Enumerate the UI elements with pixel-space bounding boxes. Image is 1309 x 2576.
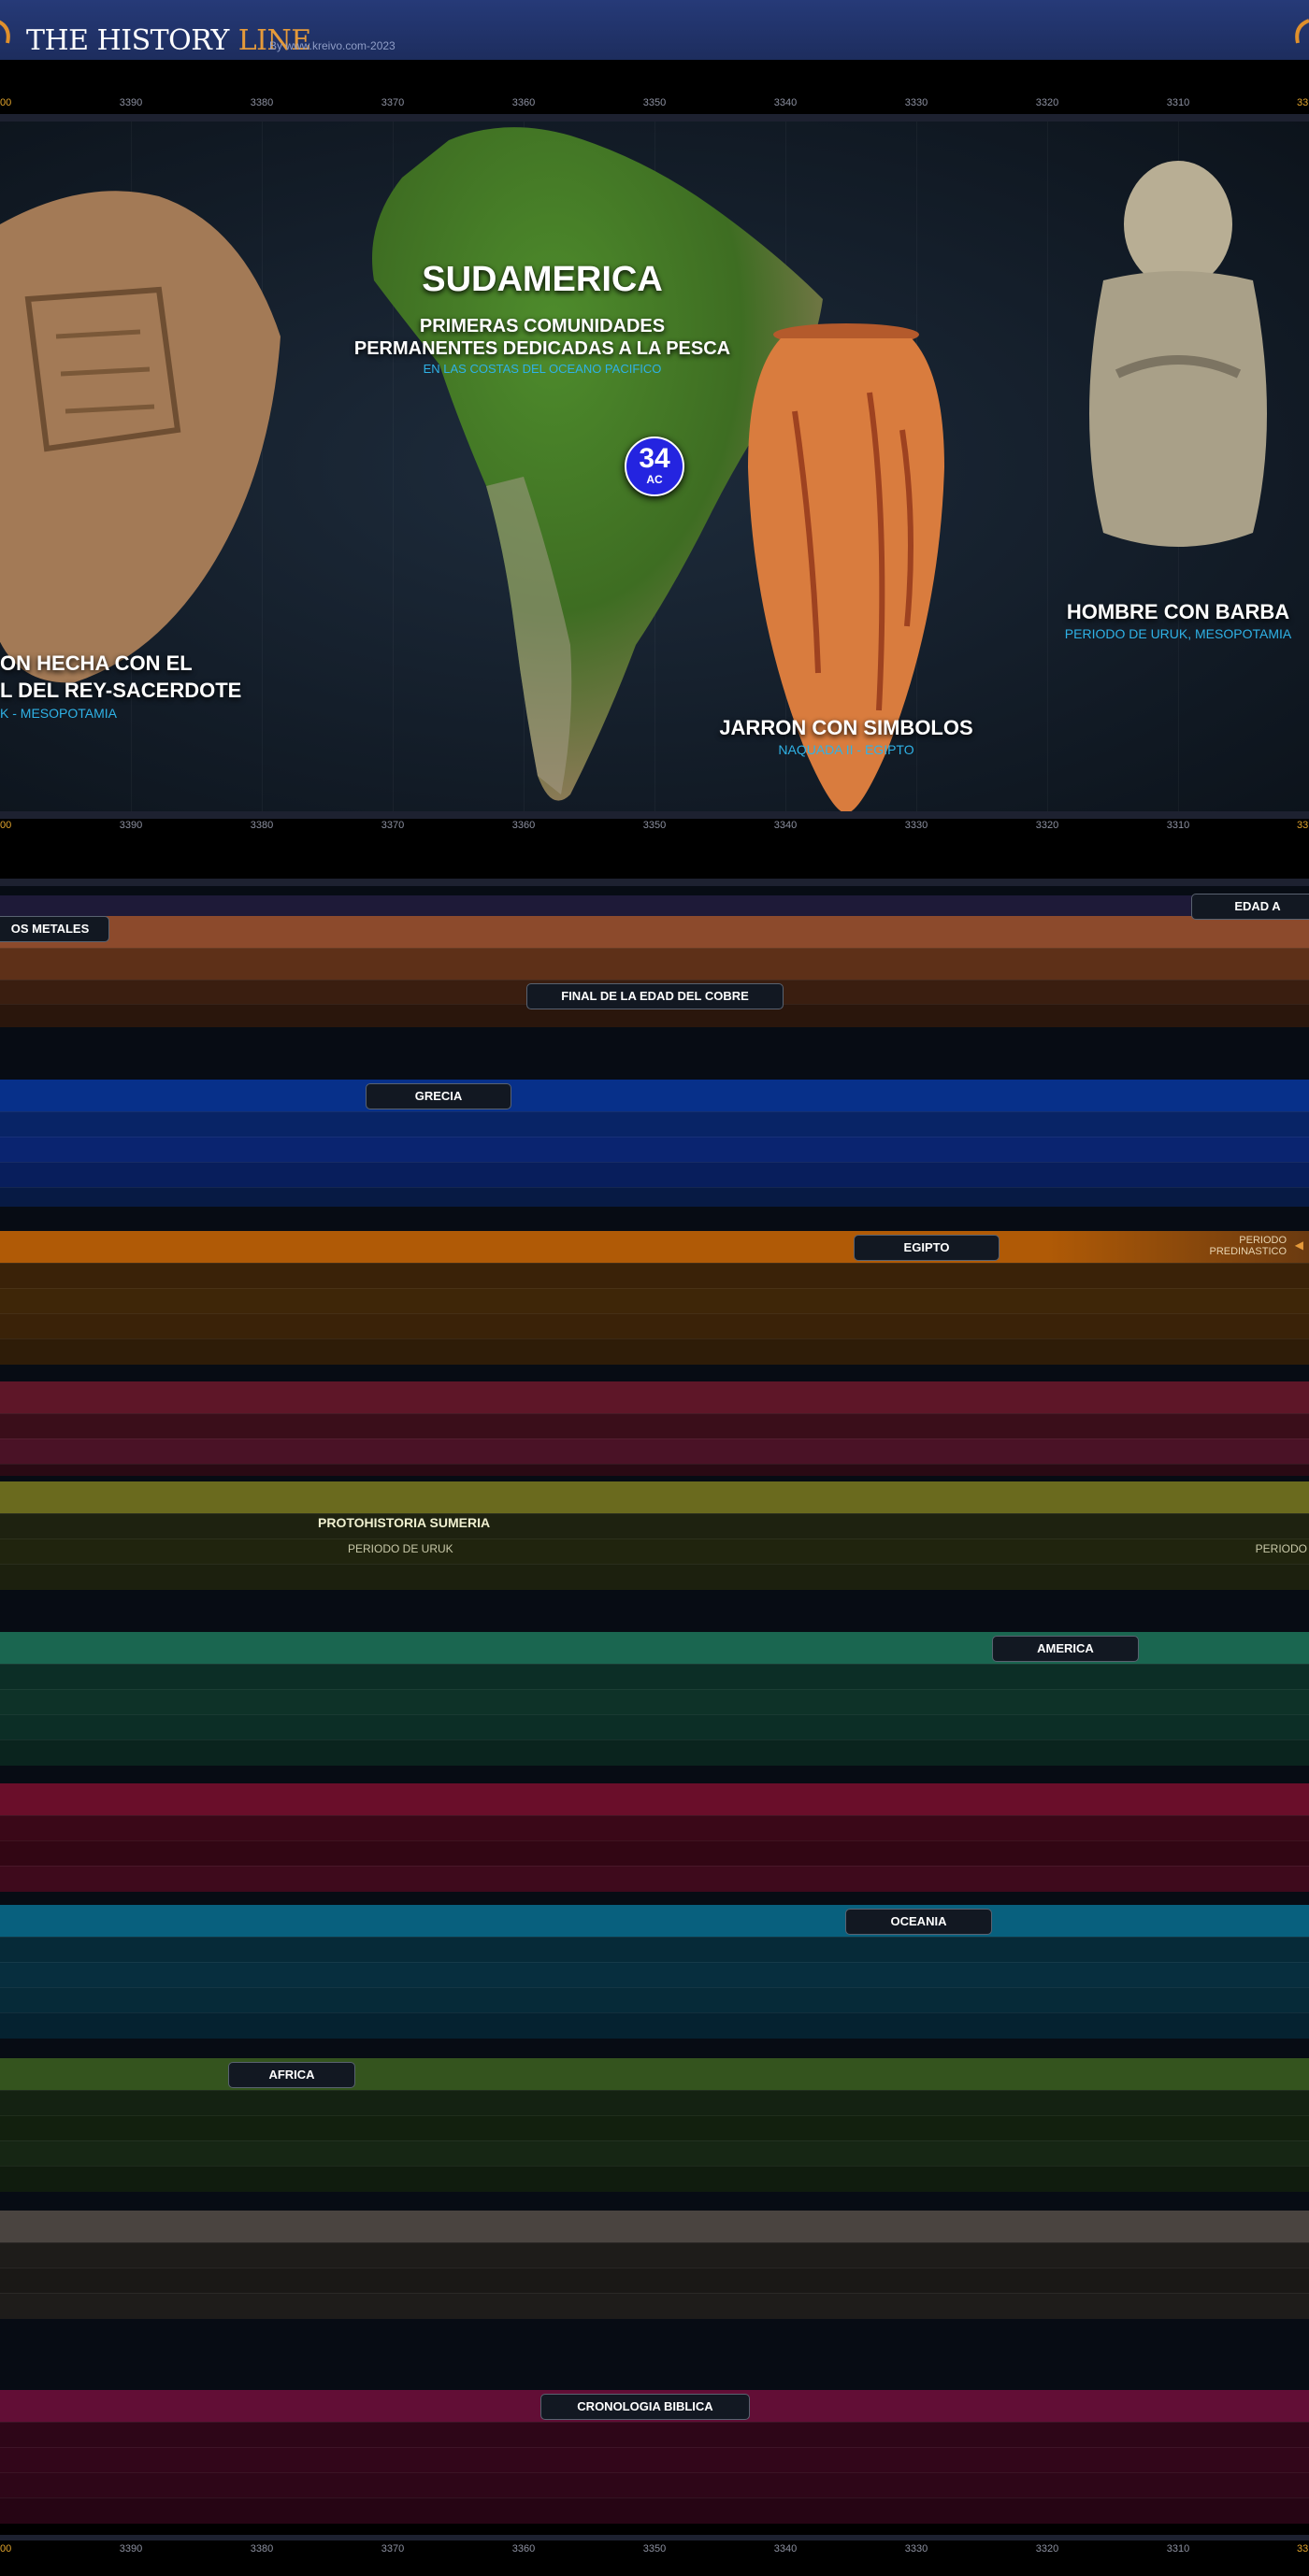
horn-icon (0, 20, 10, 44)
band-edad: EDAD A OS METALES FINAL DE LA EDAD DEL C… (0, 894, 1309, 1027)
year-marker[interactable]: 34 AC (625, 436, 684, 496)
card-vase-title[interactable]: JARRON CON SIMBOLOS (706, 716, 986, 740)
predinastico-label[interactable]: PERIODO PREDINASTICO (1209, 1235, 1287, 1257)
card-statue-caption: PERIODO DE URUK, MESOPOTAMIA (1064, 626, 1292, 641)
sumeria-label[interactable]: PROTOHISTORIA SUMERIA (318, 1515, 490, 1530)
event-title-line2: PERMANENTES DEDICADAS A LA PESCA (353, 338, 731, 359)
grecia-pill[interactable]: GRECIA (366, 1083, 511, 1109)
band-biblica: CRONOLOGIA BIBLICA (0, 2390, 1309, 2524)
band-oceania: OCEANIA (0, 1905, 1309, 2045)
band-crimson (0, 1783, 1309, 1894)
band-america: AMERICA (0, 1632, 1309, 1766)
ruler-tick: 3320 (1035, 820, 1059, 831)
top-ruler: 00 3390 3380 3370 3360 3350 3340 3330 33… (0, 93, 1309, 122)
biblica-pill[interactable]: CRONOLOGIA BIBLICA (540, 2394, 750, 2420)
card-left-caption: K - MESOPOTAMIA (0, 706, 117, 721)
cobre-pill[interactable]: FINAL DE LA EDAD DEL COBRE (526, 983, 784, 1009)
ruler-tick: 3330 (904, 97, 928, 108)
ruler-edge-right: 33 (1297, 820, 1309, 831)
middle-ruler: 00 3390 3380 3370 3360 3350 3340 3330 33… (0, 811, 1309, 834)
ruler-tick: 3360 (511, 820, 536, 831)
hero-panel[interactable]: SUDAMERICA PRIMERAS COMUNIDADES PERMANEN… (0, 122, 1309, 813)
predinastico-line2: PREDINASTICO (1209, 1246, 1287, 1257)
site-logo[interactable]: THE HISTORY LINE (26, 24, 311, 57)
band-maroon (0, 1381, 1309, 1476)
edad-pill[interactable]: EDAD A (1191, 894, 1309, 920)
logo-main-text: THE HISTORY (26, 24, 229, 57)
egipto-pill[interactable]: EGIPTO (854, 1235, 1000, 1261)
event-caption: EN LAS COSTAS DEL OCEANO PACIFICO (423, 362, 662, 376)
ruler-edge-left: 00 (0, 2543, 12, 2555)
ruler-tick: 3390 (119, 2543, 143, 2555)
marker-number: 34 (639, 443, 670, 474)
ruler-tick: 3390 (119, 820, 143, 831)
timeline-panel[interactable]: EDAD A OS METALES FINAL DE LA EDAD DEL C… (0, 879, 1309, 2524)
bottom-ruler: 00 3390 3380 3370 3360 3350 3340 3330 33… (0, 2535, 1309, 2557)
ruler-tick: 3320 (1035, 2543, 1059, 2555)
ruler-edge-right: 33 (1297, 97, 1309, 108)
band-africa: AFRICA (0, 2058, 1309, 2200)
band-sumeria: PROTOHISTORIA SUMERIA PERIODO DE URUK PE… (0, 1481, 1309, 1596)
ruler-tick: 3390 (119, 97, 143, 108)
ruler-tick: 3360 (511, 97, 536, 108)
card-statue-title[interactable]: HOMBRE CON BARBA (1047, 600, 1309, 624)
ruler-tick: 3340 (773, 2543, 798, 2555)
ruler-edge-right: 33 (1297, 2543, 1309, 2555)
band-gray (0, 2211, 1309, 2328)
metales-pill[interactable]: OS METALES (0, 916, 109, 942)
band-egipto: EGIPTO PERIODO PREDINASTICO ◀ (0, 1231, 1309, 1367)
ruler-tick: 3370 (381, 820, 405, 831)
region-title[interactable]: SUDAMERICA (402, 260, 683, 300)
ruler-tick: 3380 (250, 97, 274, 108)
ruler-tick: 3380 (250, 2543, 274, 2555)
ruler-tick: 3310 (1166, 2543, 1190, 2555)
ruler-tick: 3350 (642, 97, 667, 108)
ruler-tick: 3350 (642, 820, 667, 831)
ruler-tick: 3330 (904, 820, 928, 831)
ruler-tick: 3340 (773, 820, 798, 831)
uruk-right-label[interactable]: PERIODO (1256, 1542, 1307, 1555)
ruler-tick: 3330 (904, 2543, 928, 2555)
africa-pill[interactable]: AFRICA (228, 2062, 355, 2088)
america-pill[interactable]: AMERICA (992, 1636, 1139, 1662)
ruler-edge-left: 00 (0, 820, 12, 831)
byline[interactable]: By www.kreivo.com-2023 (269, 39, 396, 52)
ruler-tick: 3310 (1166, 820, 1190, 831)
ruler-tick: 3350 (642, 2543, 667, 2555)
statue-image (1089, 161, 1267, 547)
clay-tablet-image (0, 191, 280, 683)
ruler-tick: 3370 (381, 97, 405, 108)
band-grecia: GRECIA (0, 1080, 1309, 1210)
card-left-title-line1[interactable]: ON HECHA CON EL (0, 651, 193, 676)
oceania-pill[interactable]: OCEANIA (845, 1909, 992, 1935)
predinastico-line1: PERIODO (1239, 1235, 1287, 1246)
card-vase-caption: NAQUADA II - EGIPTO (778, 742, 914, 757)
ruler-tick: 3340 (773, 97, 798, 108)
marker-unit: AC (646, 473, 663, 486)
app-header: THE HISTORY LINE By www.kreivo.com-2023 (0, 0, 1309, 60)
event-title-line1: PRIMERAS COMUNIDADES (419, 316, 666, 336)
card-left-title-line2[interactable]: L DEL REY-SACERDOTE (0, 679, 241, 703)
ruler-tick: 3320 (1035, 97, 1059, 108)
ruler-tick: 3360 (511, 2543, 536, 2555)
uruk-label[interactable]: PERIODO DE URUK (348, 1542, 453, 1555)
horn-icon (1295, 19, 1309, 44)
ruler-edge-left: 00 (0, 97, 12, 108)
ruler-tick: 3380 (250, 820, 274, 831)
ruler-tick: 3370 (381, 2543, 405, 2555)
scroll-left-arrow-icon[interactable]: ◀ (1295, 1238, 1303, 1252)
ruler-tick: 3310 (1166, 97, 1190, 108)
